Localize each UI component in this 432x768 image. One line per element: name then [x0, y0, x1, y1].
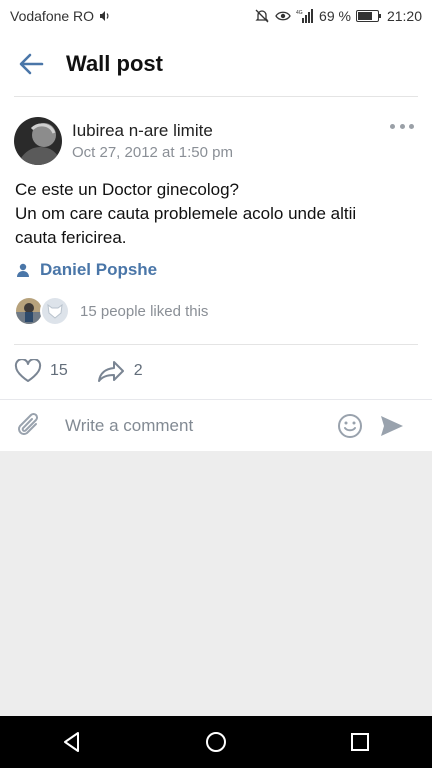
likes-count: 15	[50, 362, 68, 379]
battery-icon	[355, 10, 382, 22]
eye-icon	[275, 10, 291, 22]
square-recents-icon	[351, 733, 369, 751]
post-actions: 15 2	[14, 355, 171, 387]
send-button[interactable]	[379, 414, 405, 438]
battery-percent: 69 %	[319, 8, 351, 24]
share-button[interactable]: 2	[96, 359, 143, 383]
author-avatar[interactable]	[14, 117, 62, 165]
liker-avatar	[40, 296, 70, 326]
circle-home-icon	[206, 732, 226, 752]
mute-icon	[254, 9, 270, 23]
clock-time: 21:20	[386, 8, 422, 24]
liked-count-text: 15 people liked this	[80, 302, 209, 320]
signature-name: Daniel Popshe	[40, 260, 158, 279]
carrier-name: Vodafone RO	[10, 8, 95, 24]
heart-icon	[14, 359, 42, 382]
emoji-button[interactable]	[337, 413, 363, 439]
post-text-line: cauta fericirea.	[15, 228, 127, 247]
back-button[interactable]	[0, 32, 62, 96]
page-title: Wall post	[66, 51, 163, 76]
shares-count: 2	[133, 362, 143, 379]
header-divider	[14, 96, 418, 97]
status-bar: Vodafone RO 4G 69 % 21:20	[0, 0, 432, 32]
post-signature[interactable]: Daniel Popshe	[16, 260, 157, 280]
like-button[interactable]: 15	[14, 359, 68, 383]
post-date: Oct 27, 2012 at 1:50 pm	[72, 144, 233, 161]
more-horizontal-icon	[390, 123, 395, 129]
arrow-left-icon	[19, 53, 44, 75]
smiley-icon	[338, 414, 362, 438]
author-name[interactable]: Iubirea n-are limite	[72, 121, 233, 141]
status-bar-right: 4G 69 % 21:20	[254, 8, 422, 24]
post-text-line: Ce este un Doctor ginecolog?	[15, 180, 239, 199]
comment-composer	[0, 399, 432, 452]
attach-button[interactable]	[0, 412, 58, 440]
post-header: Iubirea n-are limite Oct 27, 2012 at 1:5…	[14, 116, 418, 166]
likers-row[interactable]: 15 people liked this	[14, 296, 208, 326]
signal-icon: 4G	[296, 9, 314, 23]
nav-recents-button[interactable]	[330, 716, 390, 768]
paperclip-icon	[18, 412, 39, 435]
author-info: Iubirea n-are limite Oct 27, 2012 at 1:5…	[72, 121, 233, 161]
send-icon	[381, 416, 403, 436]
post-text-line: Un om care cauta problemele acolo unde a…	[15, 204, 357, 223]
app-header: Wall post	[0, 32, 432, 96]
svg-text:4G: 4G	[296, 10, 303, 16]
post-text: Ce este un Doctor ginecolog? Un om care …	[15, 178, 415, 250]
more-options-button[interactable]	[390, 118, 414, 134]
share-arrow-icon	[97, 361, 124, 382]
triangle-back-icon	[64, 732, 79, 752]
volume-icon	[99, 10, 111, 22]
nav-home-button[interactable]	[186, 716, 246, 768]
status-bar-left: Vodafone RO	[10, 8, 111, 24]
empty-comments-area	[0, 451, 432, 716]
system-nav-bar	[0, 716, 432, 768]
actions-divider	[14, 344, 418, 345]
nav-back-button[interactable]	[42, 716, 102, 768]
comment-input[interactable]	[65, 416, 323, 436]
user-icon	[17, 263, 29, 277]
